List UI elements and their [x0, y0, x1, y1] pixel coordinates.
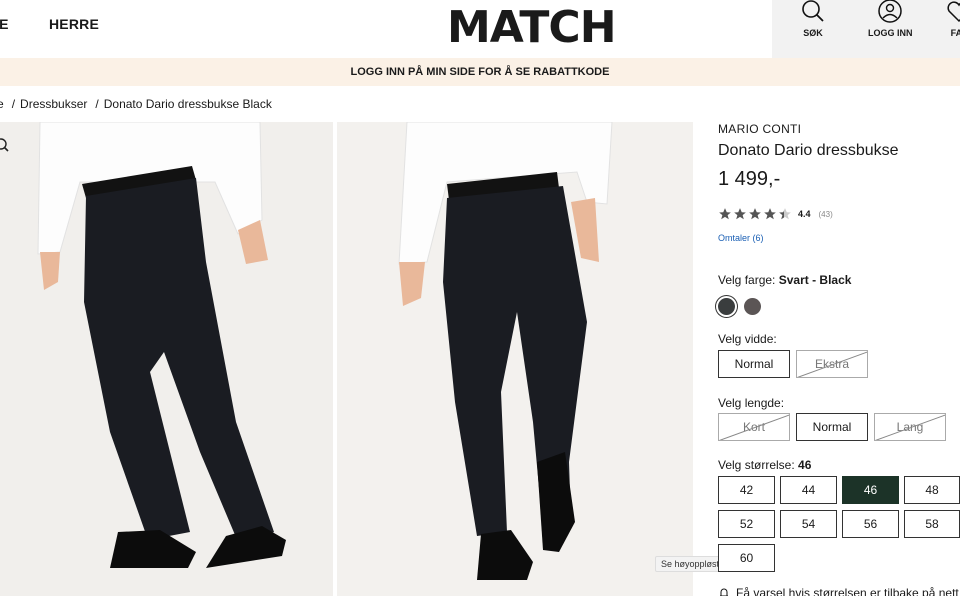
- site-logo[interactable]: MATCH: [447, 2, 617, 53]
- size-option-52[interactable]: 52: [718, 510, 775, 538]
- breadcrumb-current: Donato Dario dressbukse Black: [103, 97, 272, 111]
- size-option-58[interactable]: 58: [904, 510, 960, 538]
- favorites-button[interactable]: FAV: [946, 0, 960, 38]
- user-icon: [878, 0, 902, 23]
- size-option-42[interactable]: 42: [718, 476, 775, 504]
- size-option-56[interactable]: 56: [842, 510, 899, 538]
- login-button[interactable]: LOGG INN: [868, 0, 913, 38]
- width-label: Velg vidde:: [718, 332, 777, 346]
- size-value: 46: [798, 458, 812, 472]
- breadcrumb-item[interactable]: Dressbukser: [20, 97, 87, 111]
- product-price: 1 499,-: [718, 168, 781, 190]
- color-label-text: Velg farge:: [718, 273, 776, 287]
- stock-notice[interactable]: Få varsel hvis størrelsen er tilbake på …: [718, 586, 959, 596]
- length-option-lang[interactable]: Lang: [874, 413, 946, 441]
- reviews-link[interactable]: Omtaler (6): [718, 233, 764, 243]
- size-option-46[interactable]: 46: [842, 476, 899, 504]
- breadcrumb-separator: /: [11, 97, 16, 111]
- product-image-2[interactable]: [337, 122, 693, 596]
- color-value: Svart - Black: [778, 273, 852, 287]
- zoom-icon[interactable]: [0, 137, 10, 155]
- color-label: Velg farge: Svart - Black: [718, 273, 851, 287]
- product-image-1[interactable]: [0, 122, 333, 596]
- heart-icon: [947, 1, 960, 23]
- rating-value: 4.4: [798, 209, 811, 219]
- trousers-photo-front: [0, 122, 333, 596]
- search-button[interactable]: SØK: [800, 0, 826, 38]
- product-title: Donato Dario dressbukse: [718, 142, 899, 159]
- favorites-label: FAV: [950, 28, 960, 38]
- length-label: Velg lengde:: [718, 396, 785, 410]
- size-option-44[interactable]: 44: [780, 476, 837, 504]
- breadcrumb: e / Dressbukser / Donato Dario dressbukse Bl…: [0, 97, 275, 111]
- size-label: Velg størrelse: 46: [718, 458, 811, 472]
- rating-count: (43): [818, 209, 833, 219]
- bell-icon: [720, 588, 728, 596]
- stock-notice-text: Få varsel hvis størrelsen er tilbake på …: [736, 586, 959, 596]
- width-option-normal[interactable]: Normal: [718, 350, 790, 378]
- color-swatch-grey[interactable]: [744, 298, 761, 315]
- nav-item-partial[interactable]: IE: [0, 16, 9, 32]
- length-option-kort[interactable]: Kort: [718, 413, 790, 441]
- size-option-54[interactable]: 54: [780, 510, 837, 538]
- star-icon: [749, 208, 761, 220]
- color-swatch-black[interactable]: [718, 298, 735, 315]
- star-icon: [779, 208, 791, 220]
- star-icon: [719, 208, 731, 220]
- size-option-48[interactable]: 48: [904, 476, 960, 504]
- breadcrumb-separator: /: [95, 97, 99, 111]
- width-option-ekstra[interactable]: Ekstra: [796, 350, 868, 378]
- size-option-60[interactable]: 60: [718, 544, 775, 572]
- length-option-normal[interactable]: Normal: [796, 413, 868, 441]
- breadcrumb-item[interactable]: e: [0, 97, 4, 111]
- size-label-text: Velg størrelse:: [718, 458, 795, 472]
- nav-item-herre[interactable]: HERRE: [49, 16, 99, 32]
- rating-stars: [718, 207, 792, 221]
- product-rating[interactable]: 4.4 (43): [718, 207, 833, 221]
- site-header: IE HERRE MATCH SØK LOGG INN FAV: [0, 0, 960, 58]
- product-brand[interactable]: MARIO CONTI: [718, 122, 801, 136]
- star-icon: [734, 208, 746, 220]
- login-label: LOGG INN: [868, 28, 913, 38]
- search-icon: [802, 0, 824, 22]
- header-tools: SØK LOGG INN FAV: [772, 0, 960, 58]
- promo-banner[interactable]: LOGG INN PÅ MIN SIDE FOR Å SE RABATTKODE: [0, 58, 960, 86]
- star-icon: [764, 208, 776, 220]
- search-label: SØK: [803, 28, 823, 38]
- trousers-photo-side: [337, 122, 693, 596]
